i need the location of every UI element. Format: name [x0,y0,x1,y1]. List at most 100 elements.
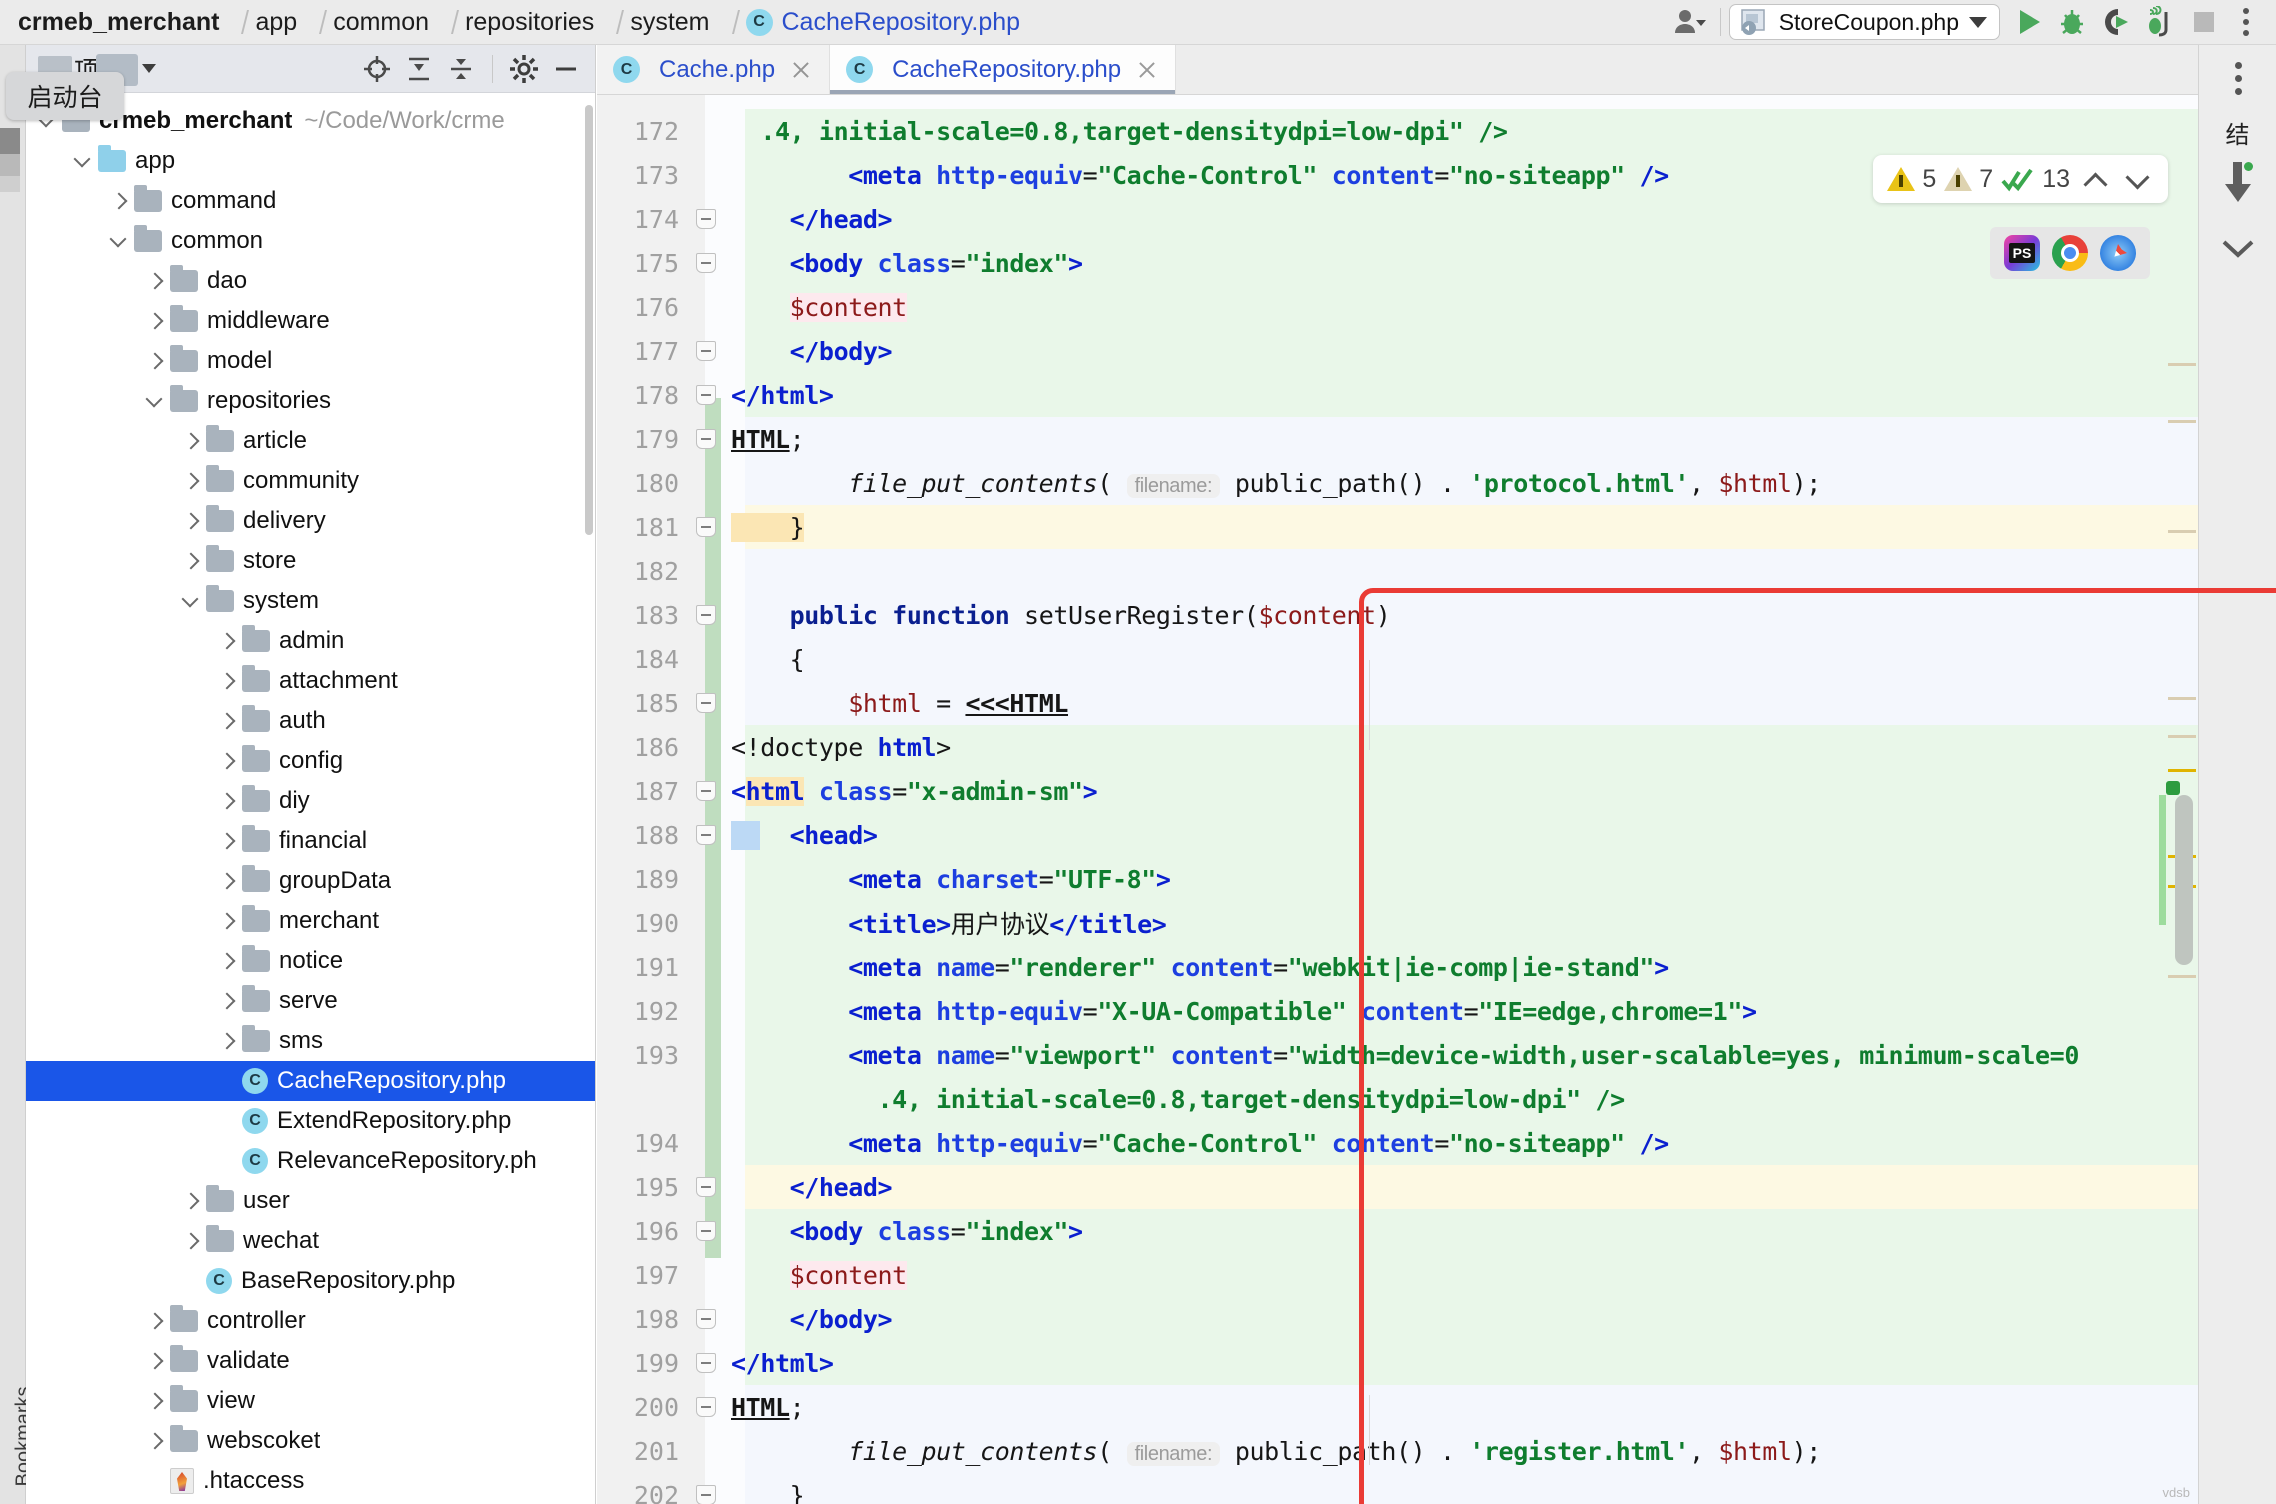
fold-marker-icon[interactable] [693,1221,719,1241]
inspection-marker[interactable] [2168,735,2196,738]
code-line[interactable]: 188 <head> [597,813,2198,857]
inspection-marker[interactable] [2168,769,2196,772]
code-line[interactable]: 177 </body> [597,329,2198,373]
chevron-right-icon[interactable] [178,548,204,574]
chevron-right-icon[interactable] [142,268,168,294]
close-icon[interactable] [1135,58,1159,82]
user-icon[interactable] [1668,0,1712,44]
fold-marker-icon[interactable] [693,1309,719,1329]
code-line[interactable]: 184 { [597,637,2198,681]
warning-count[interactable]: 5 [1887,165,1936,194]
code-line[interactable]: 195 </head> [597,1165,2198,1209]
inspection-marker[interactable] [2168,697,2196,700]
tree-row[interactable]: validate [26,1341,595,1381]
tree-row[interactable]: sms [26,1021,595,1061]
fold-marker-icon[interactable] [693,605,719,625]
code-line[interactable]: 198 </body> [597,1297,2198,1341]
fold-marker-icon[interactable] [693,693,719,713]
tree-row[interactable]: admin [26,621,595,661]
tree-row[interactable]: merchant [26,901,595,941]
safari-icon[interactable] [2100,235,2136,271]
chevron-right-icon[interactable] [142,1388,168,1414]
chevron-right-icon[interactable] [214,868,240,894]
chevron-right-icon[interactable] [178,508,204,534]
code-line[interactable]: 179 HTML; [597,417,2198,461]
chevron-right-icon[interactable] [214,708,240,734]
tree-row[interactable]: webscoket [26,1421,595,1461]
weak-warning-count[interactable]: 7 [1944,165,1993,194]
code-line[interactable]: 175 <body class="index"> [597,241,2198,285]
fold-marker-icon[interactable] [693,385,719,405]
right-rail-menu-icon[interactable] [2199,45,2276,111]
chevron-right-icon[interactable] [142,1308,168,1334]
tab-cache-php[interactable]: C Cache.php [597,45,831,94]
tree-row[interactable]: C ExtendRepository.php [26,1101,595,1141]
inspection-marker[interactable] [2168,530,2196,533]
tree-row[interactable]: wechat [26,1221,595,1261]
chevron-down-icon[interactable] [142,64,157,73]
tree-row[interactable]: groupData [26,861,595,901]
code-line[interactable]: 197 $content [597,1253,2198,1297]
tree-row[interactable]: app [26,141,595,181]
editor-scrollbar[interactable] [2159,95,2198,1504]
chevron-right-icon[interactable] [214,948,240,974]
code-line[interactable]: 182 [597,549,2198,593]
stop-icon[interactable] [2182,0,2226,44]
breadcrumb-item-file[interactable]: CacheRepository.php [782,8,1021,37]
code-line[interactable]: 181 } [597,505,2198,549]
tree-row[interactable]: dao [26,261,595,301]
tree-row[interactable]: serve [26,981,595,1021]
code-line[interactable]: 196 <body class="index"> [597,1209,2198,1253]
chevron-right-icon[interactable] [214,628,240,654]
fold-marker-icon[interactable] [693,781,719,801]
tree-row[interactable]: delivery [26,501,595,541]
fold-marker-icon[interactable] [693,1177,719,1197]
fold-marker-icon[interactable] [693,825,719,845]
tree-row[interactable]: diy [26,781,595,821]
code-line[interactable]: 185 $html = <<<HTML [597,681,2198,725]
tree-row[interactable]: common [26,221,595,261]
chevron-right-icon[interactable] [214,988,240,1014]
code-line[interactable]: 178 </html> [597,373,2198,417]
fold-marker-icon[interactable] [693,209,719,229]
tree-row[interactable]: financial [26,821,595,861]
chevron-right-icon[interactable] [106,188,132,214]
chevron-right-icon[interactable] [178,1188,204,1214]
chevron-down-icon[interactable] [2199,216,2276,282]
tab-cacherepository-php[interactable]: C CacheRepository.php [830,45,1177,94]
next-problem-icon[interactable] [2120,162,2154,196]
hide-panel-icon[interactable] [547,50,585,88]
scrollbar-thumb[interactable] [2175,795,2193,965]
tree-row[interactable]: command [26,181,595,221]
code-line[interactable]: 174 </head> [597,197,2198,241]
fold-marker-icon[interactable] [693,429,719,449]
inspection-marker[interactable] [2168,363,2196,366]
collapse-all-icon[interactable] [442,50,480,88]
chevron-down-icon[interactable] [70,148,96,174]
tree-row[interactable]: system [26,581,595,621]
project-file-tree[interactable]: crmeb_merchant ~/Code/Work/crme app command… [26,93,595,1501]
expand-all-icon[interactable] [400,50,438,88]
code-line[interactable]: 172 .4, initial-scale=0.8,target-density… [597,109,2198,153]
tree-row[interactable]: store [26,541,595,581]
tree-row[interactable]: model [26,341,595,381]
chrome-icon[interactable] [2052,235,2088,271]
code-line[interactable]: 200 HTML; [597,1385,2198,1429]
chevron-right-icon[interactable] [214,1028,240,1054]
run-icon[interactable] [2006,0,2050,44]
code-line[interactable]: 199 </html> [597,1341,2198,1385]
profile-icon[interactable] [2138,0,2182,44]
tree-row[interactable]: controller [26,1301,595,1341]
tree-row-selected[interactable]: C CacheRepository.php [26,1061,595,1101]
chevron-right-icon[interactable] [214,828,240,854]
chevron-right-icon[interactable] [214,748,240,774]
code-line[interactable]: 180 file_put_contents( filename: public_… [597,461,2198,505]
chevron-right-icon[interactable] [178,1228,204,1254]
fold-marker-icon[interactable] [693,253,719,273]
fold-marker-icon[interactable] [693,1353,719,1373]
breadcrumb-item-root[interactable]: crmeb_merchant [18,8,219,37]
chevron-right-icon[interactable] [142,348,168,374]
fold-marker-icon[interactable] [693,341,719,361]
chevron-right-icon[interactable] [178,468,204,494]
inspection-ok-count[interactable]: 13 [2001,165,2070,194]
